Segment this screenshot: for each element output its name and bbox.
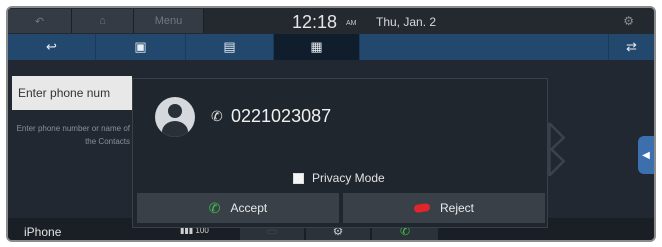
home-icon: ⌂ bbox=[99, 15, 106, 27]
privacy-mode-label: Privacy Mode bbox=[312, 171, 385, 185]
reject-button[interactable]: Reject bbox=[343, 193, 545, 223]
chevron-left-icon: ◀ bbox=[642, 149, 650, 161]
device-switch-icon: ⇄ bbox=[626, 39, 637, 54]
privacy-mode-toggle[interactable]: Privacy Mode bbox=[293, 171, 385, 185]
tab-contacts[interactable]: ▣ bbox=[96, 34, 186, 60]
head-unit-screen: ↶ ⌂ Menu 12:18 AM Thu, Jan. 2 ⚙ ↩ ▣ ▤ ▦ … bbox=[6, 6, 656, 242]
clock: 12:18 bbox=[292, 12, 338, 32]
incoming-call-popup: ✆ 0221023087 Privacy Mode ✆ Accept Rejec… bbox=[132, 78, 548, 228]
side-panel-handle[interactable]: ◀ bbox=[638, 136, 654, 174]
menu-button[interactable]: Menu bbox=[134, 9, 204, 33]
accept-label: Accept bbox=[230, 201, 268, 215]
favorites-icon: ▤ bbox=[223, 39, 236, 54]
accept-call-icon: ✆ bbox=[208, 199, 221, 216]
contacts-icon: ▣ bbox=[134, 39, 147, 54]
privacy-checkbox[interactable] bbox=[293, 172, 304, 184]
incoming-call-icon: ✆ bbox=[211, 108, 223, 124]
caller-number: 0221023087 bbox=[231, 106, 332, 126]
tab-favorites[interactable]: ▤ bbox=[186, 34, 274, 60]
menu-label: Menu bbox=[154, 15, 183, 27]
call-log-icon: ↩ bbox=[46, 39, 57, 54]
tab-call-log[interactable]: ↩ bbox=[8, 34, 96, 60]
home-button[interactable]: ⌂ bbox=[72, 9, 134, 33]
reject-call-icon bbox=[413, 202, 431, 214]
tab-keypad[interactable]: ▦ bbox=[274, 34, 360, 60]
gear-icon[interactable]: ⚙ bbox=[623, 14, 634, 28]
keypad-icon: ▦ bbox=[310, 39, 323, 54]
back-button[interactable]: ↶ bbox=[8, 9, 72, 33]
input-hint: Enter phone number or name of the Contac… bbox=[16, 124, 130, 146]
clock-ampm: AM bbox=[346, 20, 357, 27]
status-bar: ↶ ⌂ Menu 12:18 AM Thu, Jan. 2 ⚙ bbox=[8, 8, 654, 34]
phone-tab-bar: ↩ ▣ ▤ ▦ ⇄ bbox=[8, 34, 654, 60]
device-switch-button[interactable]: ⇄ bbox=[608, 34, 654, 60]
reject-label: Reject bbox=[439, 201, 474, 215]
accept-button[interactable]: ✆ Accept bbox=[137, 193, 339, 223]
phone-number-input[interactable]: Enter phone num bbox=[12, 76, 132, 110]
date: Thu, Jan. 2 bbox=[376, 15, 437, 29]
caller-avatar-icon bbox=[155, 97, 195, 137]
back-icon: ↶ bbox=[34, 15, 45, 28]
connected-device-label: iPhone bbox=[24, 225, 62, 239]
